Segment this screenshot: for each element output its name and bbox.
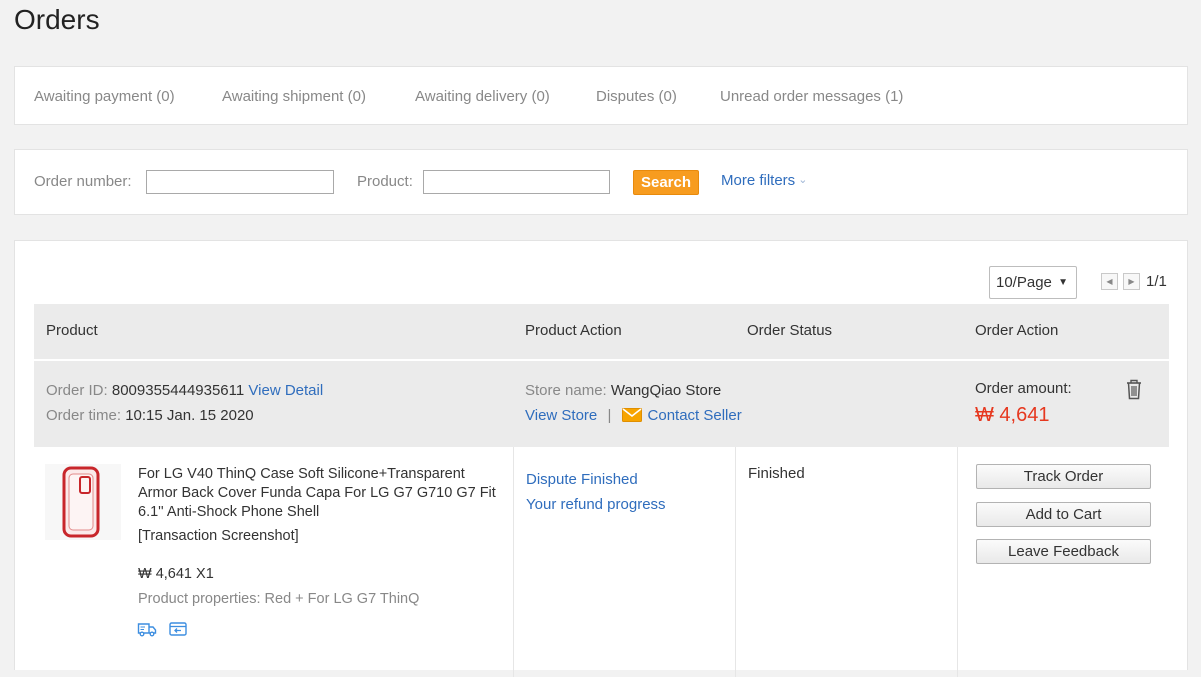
order-amount-label: Order amount: (975, 380, 1072, 397)
order-number-input[interactable] (146, 170, 334, 194)
page-size-select[interactable]: 10/Page ▼ (989, 266, 1077, 299)
order-time-value: 10:15 Jan. 15 2020 (125, 407, 254, 424)
contact-seller-label: Contact Seller (647, 407, 742, 424)
tab-awaiting-shipment[interactable]: Awaiting shipment (0) (222, 88, 366, 105)
table-header: Product Product Action Order Status Orde… (34, 304, 1169, 359)
track-order-button[interactable]: Track Order (976, 464, 1151, 489)
return-icon[interactable] (168, 621, 188, 637)
store-links-line: View Store | Contact Seller (525, 407, 742, 424)
page-size-value: 10/Page (996, 274, 1052, 291)
tab-awaiting-payment[interactable]: Awaiting payment (0) (34, 88, 175, 105)
store-name-value: WangQiao Store (610, 382, 722, 399)
filter-bar: Order number: Product: Search More filte… (14, 149, 1188, 215)
search-button[interactable]: Search (633, 170, 699, 195)
order-time-label: Order time: (46, 407, 122, 424)
more-filters-label: More filters (721, 172, 796, 189)
header-order-action: Order Action (975, 322, 1059, 339)
product-properties: Product properties: Red + For LG G7 Thin… (138, 591, 420, 607)
column-divider (957, 447, 958, 677)
trash-icon[interactable] (1124, 378, 1144, 400)
column-divider (513, 447, 514, 677)
column-divider (735, 447, 736, 677)
header-product: Product (46, 322, 98, 339)
item-price-quantity: ₩ 4,641 X1 (138, 566, 214, 582)
order-list: 10/Page ▼ ◀ ▶ 1/1 Product Product Action… (14, 240, 1188, 677)
order-amount-value: ₩ 4,641 (975, 404, 1050, 426)
product-label: Product: (357, 173, 413, 190)
order-status-value: Finished (748, 465, 805, 482)
link-separator: | (607, 407, 612, 424)
more-filters-link[interactable]: More filters ⌄ (721, 172, 807, 189)
dropdown-arrow-icon: ▼ (1058, 277, 1068, 288)
refund-progress-link[interactable]: Your refund progress (526, 496, 666, 513)
page-next-icon[interactable]: ▶ (1123, 273, 1140, 290)
order-header: Order ID: 8009355444935611 View Detail O… (34, 361, 1169, 447)
leave-feedback-button[interactable]: Leave Feedback (976, 539, 1151, 564)
product-title-link[interactable]: For LG V40 ThinQ Case Soft Silicone+Tran… (138, 465, 498, 522)
mail-icon (621, 408, 642, 422)
store-name-label: Store name: (525, 382, 607, 399)
add-to-cart-button[interactable]: Add to Cart (976, 502, 1151, 527)
header-order-status: Order Status (747, 322, 833, 339)
chevron-down-icon: ⌄ (798, 174, 808, 186)
truck-icon[interactable] (137, 621, 157, 637)
order-id-value: 8009355444935611 (111, 382, 245, 399)
dispute-finished-link[interactable]: Dispute Finished (526, 471, 638, 488)
page-prev-icon[interactable]: ◀ (1101, 273, 1118, 290)
product-thumbnail[interactable] (45, 464, 121, 540)
order-id-line: Order ID: 8009355444935611 View Detail (46, 382, 323, 399)
tab-awaiting-delivery[interactable]: Awaiting delivery (0) (415, 88, 550, 105)
product-input[interactable] (423, 170, 610, 194)
view-detail-link[interactable]: View Detail (248, 382, 323, 399)
store-name-line: Store name: WangQiao Store (525, 382, 721, 399)
tab-unread-messages[interactable]: Unread order messages (1) (720, 88, 903, 105)
transaction-screenshot-link[interactable]: [Transaction Screenshot] (138, 528, 299, 544)
order-id-label: Order ID: (46, 382, 108, 399)
page-count: 1/1 (1146, 273, 1167, 290)
order-number-label: Order number: (34, 173, 132, 190)
order-status-tabs: Awaiting payment (0) Awaiting shipment (… (14, 66, 1188, 125)
contact-seller-link[interactable]: Contact Seller (621, 407, 742, 424)
order-time-line: Order time: 10:15 Jan. 15 2020 (46, 407, 254, 424)
tab-disputes[interactable]: Disputes (0) (596, 88, 677, 105)
view-store-link[interactable]: View Store (525, 407, 597, 424)
page-title: Orders (14, 4, 100, 35)
header-product-action: Product Action (525, 322, 622, 339)
